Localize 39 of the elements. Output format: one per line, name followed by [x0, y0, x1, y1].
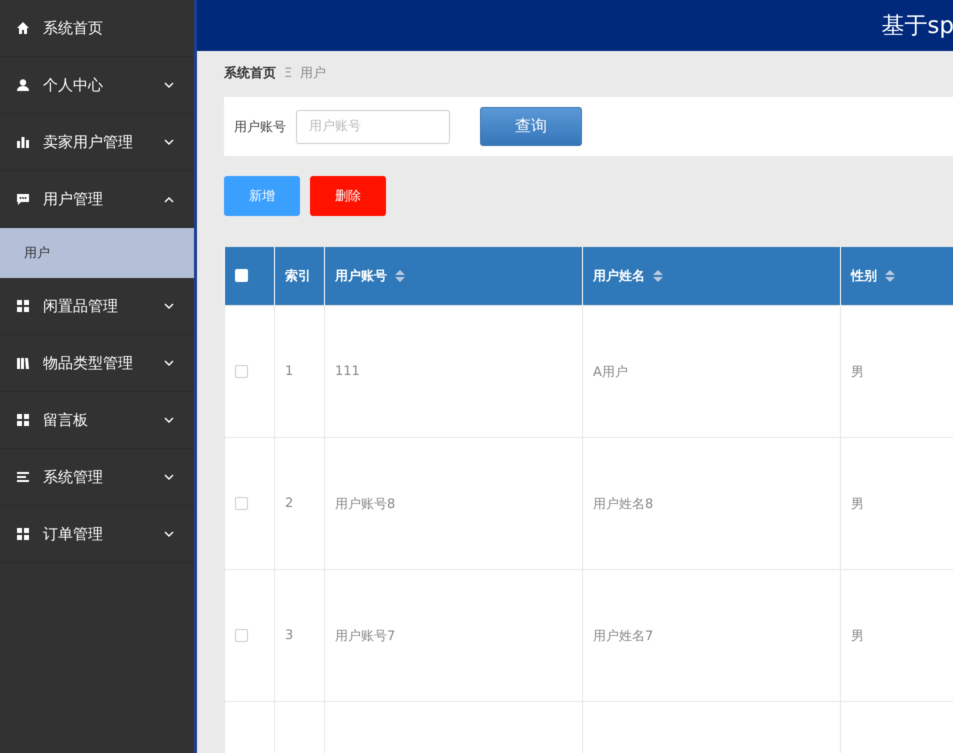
sort-icon[interactable]	[653, 270, 663, 282]
book-icon	[16, 356, 30, 370]
breadcrumb-separator: Ξ	[284, 66, 292, 80]
table-cell: 用户姓名8	[582, 438, 840, 570]
account-search-field[interactable]: 用户账号	[296, 110, 450, 144]
breadcrumb-link[interactable]: 系统首页	[224, 64, 276, 82]
column-header: 索引	[274, 247, 324, 306]
table-cell: 用户姓名7	[582, 570, 840, 702]
grid-icon	[16, 413, 30, 427]
table-cell: 用户账号7	[324, 570, 582, 702]
table-cell: 2	[274, 438, 324, 570]
sidebar-subitem[interactable]: 用户	[0, 228, 194, 278]
row-checkbox[interactable]	[235, 628, 248, 642]
breadcrumb-current: 用户	[300, 65, 326, 82]
home-icon	[16, 21, 30, 35]
table-cell: 男	[840, 306, 953, 438]
query-button[interactable]: 查询	[480, 107, 582, 146]
table-cell: A用户	[582, 306, 840, 438]
table-cell: 3	[274, 570, 324, 702]
list-icon	[16, 470, 30, 484]
grid-icon	[16, 299, 30, 313]
table-cell: 用户账号8	[324, 438, 582, 570]
sort-icon[interactable]	[885, 270, 895, 282]
delete-button[interactable]: 删除	[310, 176, 386, 216]
select-all-checkbox[interactable]	[234, 269, 248, 282]
row-checkbox[interactable]	[235, 496, 248, 510]
field-label: 用户账号	[234, 118, 286, 136]
sort-icon[interactable]	[395, 270, 405, 282]
app-title: 基于sp	[881, 12, 953, 41]
grid-icon	[16, 527, 30, 541]
user-icon	[16, 78, 30, 92]
bar-chart-icon	[16, 135, 30, 149]
table-cell: 111	[324, 306, 582, 438]
row-checkbox[interactable]	[235, 364, 248, 378]
column-header[interactable]: 用户姓名	[582, 247, 840, 306]
chat-bubble-icon	[16, 192, 30, 206]
column-header[interactable]: 用户账号	[324, 247, 582, 306]
column-header[interactable]: 性别	[840, 247, 953, 306]
table-cell: 1	[274, 306, 324, 438]
